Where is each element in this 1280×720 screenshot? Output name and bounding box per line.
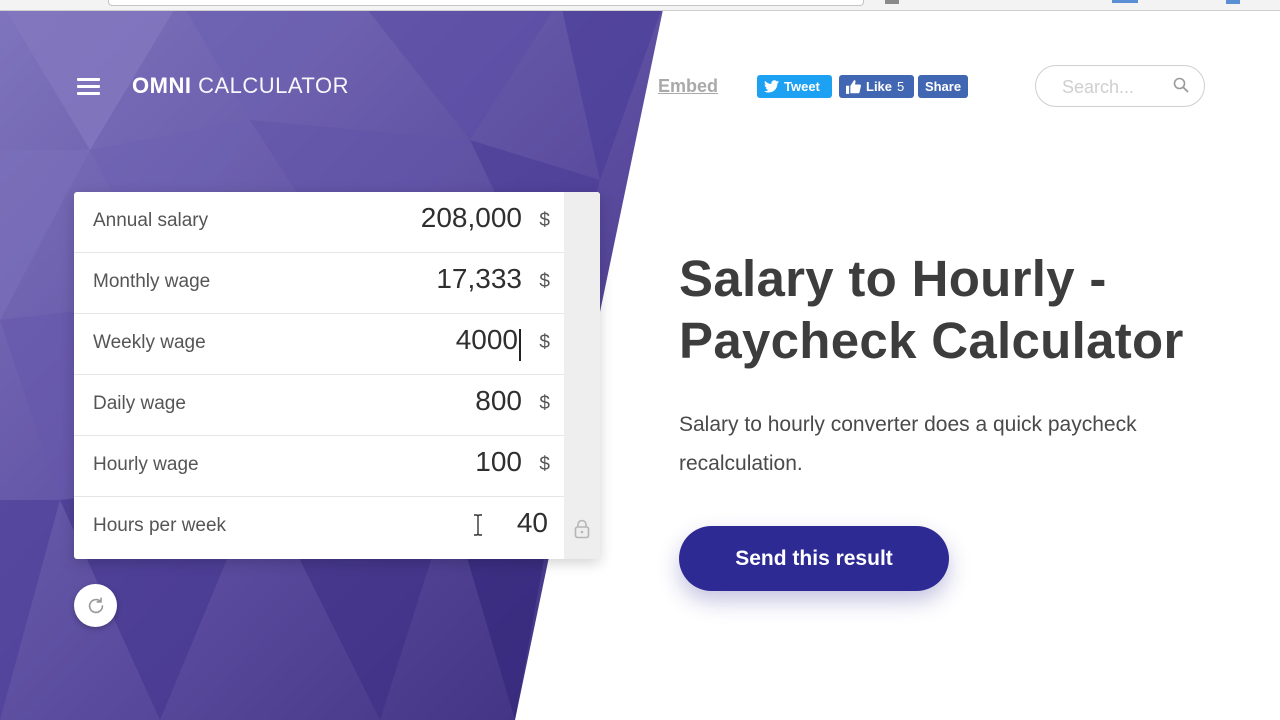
search-box[interactable] — [1035, 65, 1205, 107]
toolbar-icon[interactable] — [885, 0, 899, 4]
row-label: Weekly wage — [93, 332, 206, 353]
like-label: Like — [866, 79, 893, 94]
weekly-wage-input[interactable] — [298, 324, 518, 356]
thumbs-up-icon — [846, 79, 861, 94]
tweet-button[interactable]: Tweet — [757, 75, 832, 98]
logo-strong-text: OMNI — [132, 73, 192, 98]
toolbar-icon[interactable] — [1226, 0, 1240, 4]
currency-unit: $ — [539, 393, 550, 414]
text-cursor-icon — [474, 514, 482, 536]
tweet-label: Tweet — [784, 79, 820, 94]
page-title: Salary to Hourly - Paycheck Calculator — [679, 250, 1184, 369]
page: OMNI CALCULATOR Embed Tweet Like 5 Share… — [0, 0, 1280, 720]
send-result-button[interactable]: Send this result — [679, 526, 949, 591]
toolbar-icon[interactable] — [1112, 0, 1138, 3]
calculator-card: Annual salary $ Monthly wage $ Weekly wa… — [74, 192, 600, 559]
search-input[interactable] — [1060, 75, 1174, 99]
address-bar[interactable] — [108, 0, 864, 6]
row-label: Annual salary — [93, 210, 209, 231]
refresh-icon — [88, 596, 103, 613]
hours-per-week-input[interactable] — [328, 507, 548, 539]
currency-unit: $ — [539, 332, 550, 353]
row-label: Hours per week — [93, 515, 227, 536]
hourly-wage-row[interactable]: Hourly wage $ — [74, 436, 564, 497]
reset-button[interactable] — [74, 584, 117, 627]
share-label: Share — [924, 79, 962, 94]
calculator-side-column — [564, 192, 600, 559]
currency-unit: $ — [539, 454, 550, 475]
like-count: 5 — [897, 79, 905, 94]
text-caret — [519, 329, 521, 361]
currency-unit: $ — [539, 210, 550, 231]
page-description: Salary to hourly converter does a quick … — [679, 413, 1137, 475]
facebook-like-button[interactable]: Like 5 — [839, 75, 914, 98]
monthly-wage-input[interactable] — [302, 263, 522, 295]
search-icon[interactable] — [1173, 77, 1189, 93]
twitter-bird-icon — [764, 80, 779, 93]
hours-per-week-row[interactable]: Hours per week — [74, 497, 564, 558]
facebook-share-button[interactable]: Share — [918, 75, 968, 98]
hourly-wage-input[interactable] — [302, 446, 522, 478]
daily-wage-input[interactable] — [302, 385, 522, 417]
daily-wage-row[interactable]: Daily wage $ — [74, 375, 564, 436]
annual-salary-row[interactable]: Annual salary $ — [74, 192, 564, 253]
lock-icon[interactable] — [574, 519, 590, 539]
row-label: Hourly wage — [93, 454, 199, 475]
logo-light-text: CALCULATOR — [198, 73, 349, 98]
hamburger-icon[interactable] — [77, 78, 100, 95]
row-label: Daily wage — [93, 393, 186, 414]
embed-link[interactable]: Embed — [658, 76, 718, 97]
currency-unit: $ — [539, 271, 550, 292]
weekly-wage-row[interactable]: Weekly wage $ — [74, 314, 564, 375]
browser-toolbar — [0, 0, 1280, 11]
monthly-wage-row[interactable]: Monthly wage $ — [74, 253, 564, 314]
omni-calculator-logo[interactable]: OMNI CALCULATOR — [132, 73, 349, 99]
row-label: Monthly wage — [93, 271, 211, 292]
annual-salary-input[interactable] — [302, 202, 522, 234]
